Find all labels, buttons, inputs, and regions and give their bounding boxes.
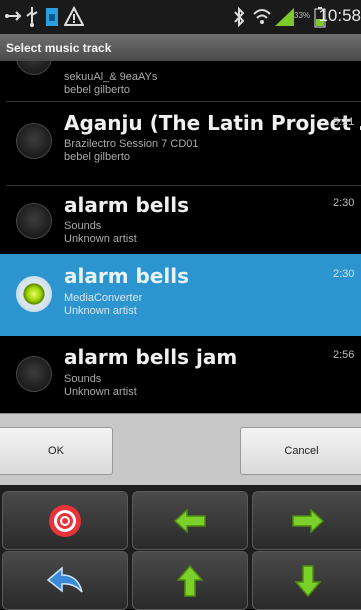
down-key[interactable]	[252, 551, 361, 610]
track-artist: bebel gilberto	[64, 151, 131, 163]
track-duration: 2:56	[333, 349, 355, 361]
track-artist: Unknown artist	[64, 386, 137, 398]
track-artist: bebel gilberto	[64, 84, 131, 96]
radio-button[interactable]	[16, 123, 52, 159]
track-duration: 2:30	[333, 268, 355, 280]
track-album: Sounds	[64, 373, 102, 385]
divider	[6, 101, 361, 102]
radio-button[interactable]	[16, 203, 52, 239]
track-title: Aganju (The Latin Project ...	[64, 111, 361, 135]
status-time: 10:58	[318, 6, 361, 25]
track-artist: Unknown artist	[64, 233, 137, 245]
track-list[interactable]: sekuuAl_& 9eaAYs bebel gilberto Aganju (…	[0, 61, 361, 413]
ok-button[interactable]: OK	[0, 427, 113, 475]
back-arrow-icon	[46, 565, 83, 593]
bluetooth-icon	[232, 6, 246, 32]
track-duration: 5:21	[333, 116, 355, 128]
up-key[interactable]	[132, 551, 248, 610]
radio-button-selected[interactable]	[16, 276, 52, 312]
arrow-down-icon	[293, 564, 322, 597]
radio-button[interactable]	[16, 61, 52, 75]
sim-icon	[44, 6, 60, 32]
arrow-up-icon	[176, 564, 204, 597]
track-album: Sounds	[64, 220, 102, 232]
track-duration: 2:30	[333, 197, 355, 209]
left-key[interactable]	[132, 491, 248, 550]
track-album: MediaConverter	[64, 292, 143, 304]
track-title: alarm bells	[64, 193, 190, 217]
track-title: alarm bells jam	[64, 345, 238, 369]
dialog-title-bar: Select music track	[0, 34, 361, 61]
track-artist: Unknown artist	[64, 305, 137, 317]
track-row[interactable]: alarm bells jam 2:56 Sounds Unknown arti…	[0, 336, 361, 413]
right-key[interactable]	[252, 491, 361, 550]
dialog-title: Select music track	[6, 41, 112, 55]
track-album: Brazilectro Session 7 CD01	[64, 138, 199, 150]
wifi-icon	[252, 6, 272, 32]
cancel-button[interactable]: Cancel	[240, 427, 361, 475]
status-bar: 33% 10:58	[0, 0, 361, 34]
arrow-left-icon	[173, 507, 206, 534]
navigation-keypad	[0, 485, 361, 610]
usb-icon	[4, 6, 22, 30]
warning-icon	[63, 5, 85, 32]
radio-button[interactable]	[16, 356, 52, 392]
target-key[interactable]	[2, 491, 128, 550]
usb-debug-icon	[24, 6, 40, 32]
back-key[interactable]	[2, 551, 128, 610]
dialog-button-bar: OK Cancel	[0, 413, 361, 486]
divider	[6, 185, 361, 186]
track-row[interactable]: Aganju (The Latin Project ... 5:21 Brazi…	[0, 106, 361, 187]
signal-icon	[274, 6, 296, 32]
target-icon	[49, 504, 81, 537]
track-title: alarm bells	[64, 264, 190, 288]
track-row[interactable]: sekuuAl_& 9eaAYs bebel gilberto	[0, 61, 361, 102]
track-row-selected[interactable]: alarm bells 2:30 MediaConverter Unknown …	[0, 254, 361, 336]
track-album: sekuuAl_& 9eaAYs	[64, 71, 158, 83]
arrow-right-icon	[291, 507, 324, 534]
battery-percent: 33%	[294, 11, 311, 20]
